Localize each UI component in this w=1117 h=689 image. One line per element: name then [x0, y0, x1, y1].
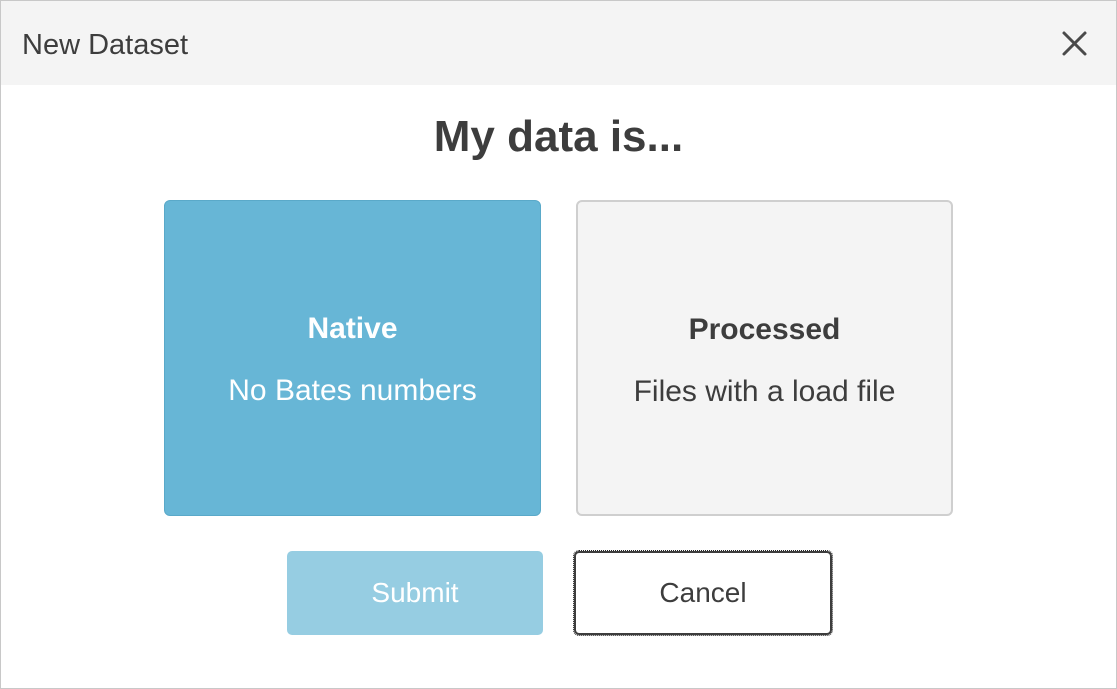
option-card-native[interactable]: Native No Bates numbers [164, 200, 541, 516]
submit-button[interactable]: Submit [287, 551, 543, 635]
option-card-subtitle: No Bates numbers [228, 374, 477, 407]
close-icon[interactable] [1056, 23, 1094, 63]
dialog-title: New Dataset [22, 29, 189, 61]
new-dataset-dialog: New Dataset My data is... Native No Bate… [0, 0, 1117, 689]
option-card-processed[interactable]: Processed Files with a load file [576, 200, 953, 516]
dialog-titlebar: New Dataset [1, 1, 1116, 85]
option-card-subtitle: Files with a load file [633, 375, 896, 408]
option-card-title: Native [307, 312, 398, 345]
option-card-title: Processed [688, 313, 841, 346]
page-title: My data is... [433, 112, 684, 161]
cancel-button[interactable]: Cancel [573, 550, 833, 636]
